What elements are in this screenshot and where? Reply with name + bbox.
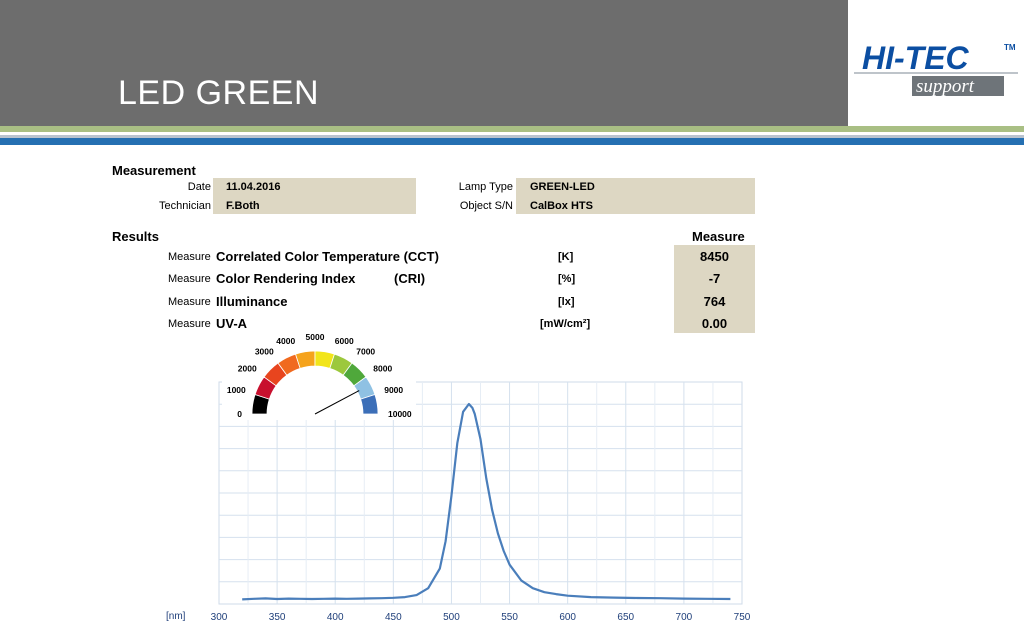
gauge-tick-label: 5000 (306, 332, 325, 342)
gauge-tick-label: 2000 (238, 364, 257, 374)
gauge-tick-label: 9000 (384, 385, 403, 395)
gauge-tick-label: 1000 (227, 385, 246, 395)
spectrum-chart: 300 350 400 450 500 550 600 650 700 750 [nm] 0 100… (166, 332, 751, 623)
gauge-tick-label: 6000 (335, 336, 354, 346)
x-axis-label: [nm] (166, 611, 186, 622)
x-tick-label: 500 (443, 612, 460, 623)
x-axis-ticks: 300 350 400 450 500 550 600 650 700 750 (211, 612, 751, 623)
gauge-background (222, 336, 416, 420)
x-tick-label: 600 (559, 612, 576, 623)
gauge-tick-label: 3000 (255, 347, 274, 357)
cct-gauge: 0 1000 2000 30004000 5000 60007000 8000 9000 100… (222, 332, 416, 420)
x-tick-label: 350 (269, 612, 286, 623)
x-tick-label: 400 (327, 612, 344, 623)
x-tick-label: 700 (676, 612, 693, 623)
x-tick-label: 750 (734, 612, 751, 623)
x-tick-label: 300 (211, 612, 228, 623)
gauge-tick-label: 4000 (276, 336, 295, 346)
x-tick-label: 650 (617, 612, 634, 623)
gauge-tick-label: 10000 (388, 409, 412, 419)
gauge-tick-label: 7000 (356, 347, 375, 357)
gauge-tick-label: 8000 (373, 364, 392, 374)
x-tick-label: 550 (501, 612, 518, 623)
gauge-tick-label: 0 (237, 409, 242, 419)
x-tick-label: 450 (385, 612, 402, 623)
